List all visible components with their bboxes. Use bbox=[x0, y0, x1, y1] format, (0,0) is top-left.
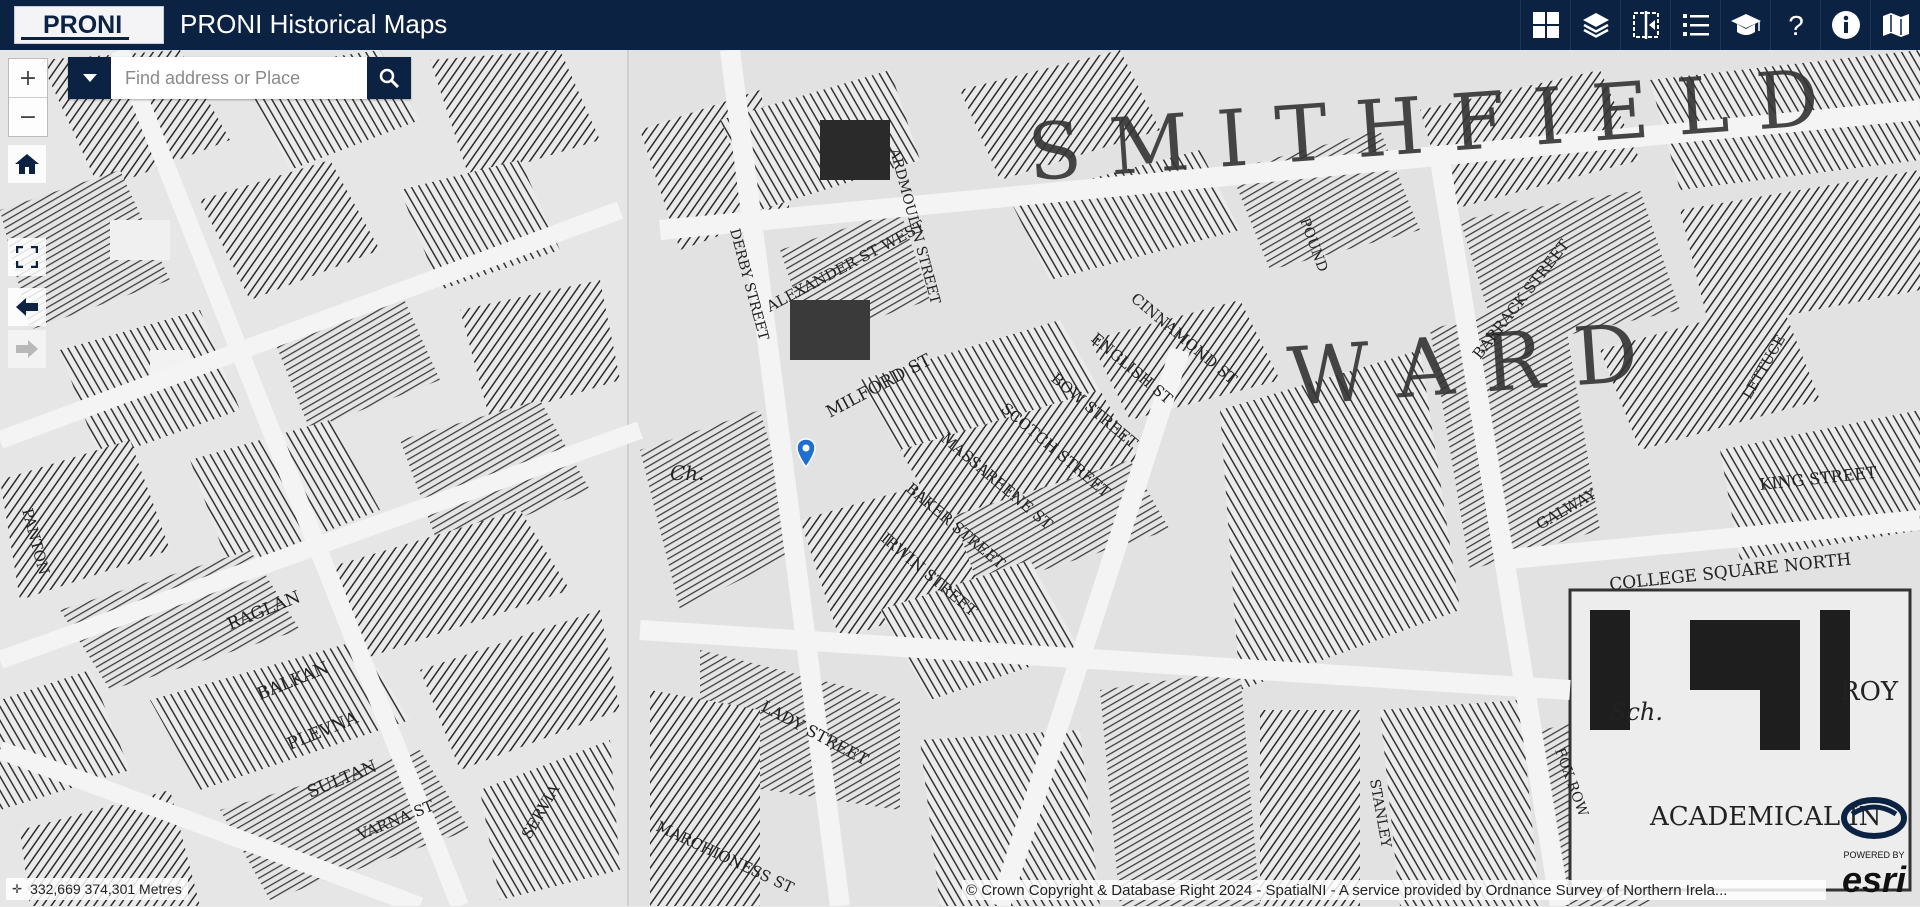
arrow-right-icon bbox=[16, 340, 38, 358]
svg-text:?: ? bbox=[1788, 10, 1804, 40]
basemap-gallery-button[interactable] bbox=[1520, 0, 1570, 50]
crosshair-icon: ✛ bbox=[12, 882, 23, 896]
map-view[interactable]: SMITHFIELD WARD MILFORD ST ALEXANDER ST … bbox=[0, 50, 1920, 906]
map-pin-icon bbox=[796, 438, 816, 469]
layer-list-button[interactable] bbox=[1570, 0, 1620, 50]
home-button[interactable] bbox=[8, 145, 46, 183]
grid-icon bbox=[1532, 12, 1559, 38]
zoom-out-button[interactable]: − bbox=[9, 98, 47, 136]
swipe-icon bbox=[1632, 11, 1659, 39]
esri-logo: POWERED BY esri bbox=[1838, 792, 1910, 902]
esri-brand: esri bbox=[1842, 859, 1907, 900]
layers-icon bbox=[1582, 13, 1609, 38]
map-button[interactable] bbox=[1870, 0, 1920, 50]
attribution-text: © Crown Copyright & Database Right 2024 … bbox=[966, 881, 1728, 899]
search-icon bbox=[379, 68, 399, 88]
map-icon bbox=[1882, 13, 1909, 37]
fullscreen-button[interactable] bbox=[8, 238, 46, 276]
zoom-in-button[interactable]: + bbox=[9, 59, 47, 98]
label-roy: ROY bbox=[1840, 677, 1899, 707]
help-button[interactable]: ? bbox=[1770, 0, 1820, 50]
arrow-left-icon bbox=[16, 298, 38, 316]
logo-underline bbox=[21, 37, 129, 40]
next-extent-button[interactable] bbox=[8, 330, 46, 368]
header-toolbar: ? bbox=[1520, 0, 1920, 50]
app-title: PRONI Historical Maps bbox=[180, 9, 448, 39]
caret-down-icon bbox=[82, 74, 97, 82]
swipe-button[interactable] bbox=[1620, 0, 1670, 50]
mortarboard-icon bbox=[1730, 14, 1761, 35]
proni-logo: PRONI bbox=[14, 6, 164, 44]
location-marker[interactable] bbox=[796, 438, 816, 473]
education-button[interactable] bbox=[1720, 0, 1770, 50]
fullscreen-icon bbox=[16, 246, 38, 268]
home-icon bbox=[15, 154, 39, 174]
previous-extent-button[interactable] bbox=[8, 288, 46, 326]
search-input[interactable] bbox=[111, 57, 367, 99]
esri-logo-graphic: POWERED BY esri bbox=[1841, 797, 1907, 900]
coordinate-text: 332,669 374,301 Metres bbox=[30, 881, 182, 897]
info-icon bbox=[1831, 11, 1860, 39]
zoom-control: + − bbox=[8, 58, 48, 137]
info-button[interactable] bbox=[1820, 0, 1870, 50]
label-sch: Sch. bbox=[1610, 698, 1663, 726]
list-icon bbox=[1682, 14, 1709, 36]
search-button[interactable] bbox=[367, 57, 411, 99]
coordinate-display[interactable]: ✛ 332,669 374,301 Metres bbox=[6, 878, 188, 900]
search-widget bbox=[68, 57, 411, 99]
map-attribution[interactable]: © Crown Copyright & Database Right 2024 … bbox=[962, 880, 1826, 900]
historical-map-image: SMITHFIELD WARD MILFORD ST ALEXANDER ST … bbox=[0, 50, 1920, 906]
label-church: Ch. bbox=[670, 461, 705, 485]
search-source-dropdown[interactable] bbox=[68, 57, 111, 99]
logo-text: PRONI bbox=[43, 11, 123, 39]
question-icon: ? bbox=[1788, 10, 1804, 40]
app-header: PRONI PRONI Historical Maps ? bbox=[0, 0, 1920, 50]
legend-button[interactable] bbox=[1670, 0, 1720, 50]
